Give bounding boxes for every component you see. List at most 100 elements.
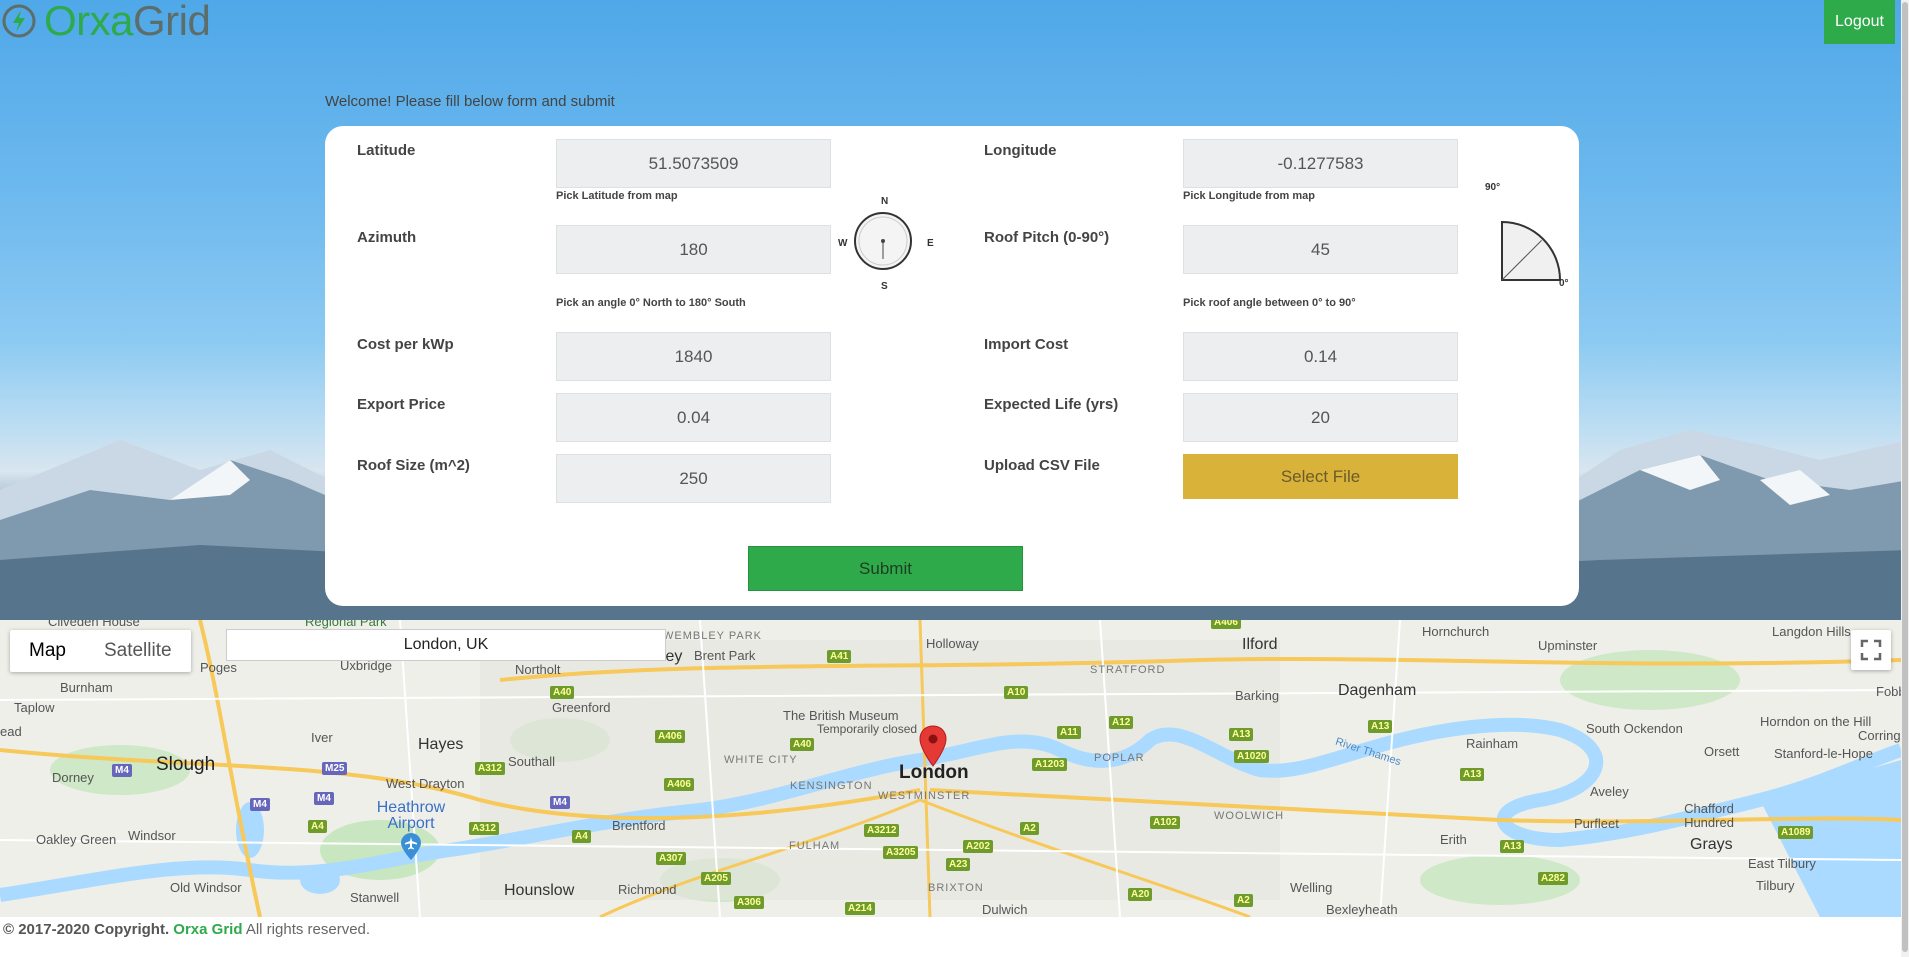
fullscreen-icon <box>1860 639 1882 661</box>
map-label: ead <box>0 724 22 739</box>
compass-north-label: N <box>881 196 889 207</box>
map-label: Holloway <box>926 636 979 651</box>
road-badge: A102 <box>1150 816 1180 829</box>
footer-rights: All rights reserved. <box>245 921 371 938</box>
map-label: Welling <box>1290 880 1333 895</box>
map-label: Bexleyheath <box>1326 902 1398 917</box>
welcome-message: Welcome! Please fill below form and subm… <box>325 93 615 110</box>
road-badge: A23 <box>946 858 971 871</box>
road-badge: A205 <box>701 872 731 885</box>
road-badge: A12 <box>1109 716 1134 729</box>
longitude-label: Longitude <box>984 142 1057 159</box>
footer-brand-link[interactable]: Orxa Grid <box>173 921 242 938</box>
map-label: The British Museum <box>783 708 899 723</box>
compass-east-label: E <box>927 238 934 249</box>
page-scrollbar[interactable] <box>1901 0 1909 957</box>
compass-dial-icon <box>854 212 912 270</box>
road-badge: A10 <box>1004 686 1029 699</box>
map-search-input[interactable]: London, UK <box>226 629 666 661</box>
road-badge: A1089 <box>1778 826 1814 839</box>
logo-text: OrxaGrid <box>44 0 211 44</box>
map-type-map-button[interactable]: Map <box>10 630 85 672</box>
azimuth-compass[interactable]: N S W E <box>838 196 938 296</box>
map-label: POPLAR <box>1094 752 1145 764</box>
import-cost-input[interactable]: 0.14 <box>1183 332 1458 381</box>
cost-per-kwp-input[interactable]: 1840 <box>556 332 831 381</box>
map-label: Dulwich <box>982 902 1028 917</box>
compass-west-label: W <box>838 238 848 249</box>
map-label: Slough <box>156 754 216 775</box>
road-badge: A2 <box>1020 822 1039 835</box>
road-badge: A406 <box>1211 620 1241 629</box>
road-badge: A1203 <box>1032 758 1068 771</box>
map-label: Corringhar <box>1858 728 1901 743</box>
map-type-toggle: Map Satellite <box>10 630 191 672</box>
fullscreen-button[interactable] <box>1851 630 1891 670</box>
map-label: Greenford <box>552 700 611 715</box>
map-label: Cliveden House <box>48 620 140 629</box>
location-map[interactable]: Cliveden House Regional Park WEMBLEY PAR… <box>0 620 1901 917</box>
power-bolt-icon <box>2 4 36 38</box>
road-badge: A13 <box>1229 728 1254 741</box>
road-badge: A13 <box>1368 720 1393 733</box>
logout-button[interactable]: Logout <box>1824 0 1895 44</box>
map-label: Langdon Hills <box>1772 624 1851 639</box>
logo-text-orxa: Orxa <box>44 0 134 44</box>
map-label: Hounslow <box>504 882 575 899</box>
latitude-label: Latitude <box>357 142 416 159</box>
map-label: Burnham <box>60 680 113 695</box>
roof-pitch-hint: Pick roof angle between 0° to 90° <box>1183 297 1356 309</box>
road-badge: A40 <box>790 738 815 751</box>
map-label: Ilford <box>1242 636 1278 653</box>
roof-pitch-dial[interactable]: 90° 0° <box>1475 178 1575 289</box>
azimuth-input[interactable]: 180 <box>556 225 831 274</box>
map-label: Northolt <box>515 662 561 677</box>
road-badge: A3212 <box>864 824 900 837</box>
upload-csv-label: Upload CSV File <box>984 457 1100 474</box>
select-file-button[interactable]: Select File <box>1183 454 1458 499</box>
road-badge: A2 <box>1234 894 1253 907</box>
longitude-input[interactable]: -0.1277583 <box>1183 139 1458 188</box>
export-price-input[interactable]: 0.04 <box>556 393 831 442</box>
map-label: Oakley Green <box>36 832 117 847</box>
map-label: Purfleet <box>1574 816 1619 831</box>
map-type-satellite-button[interactable]: Satellite <box>85 630 191 672</box>
map-label: WOOLWICH <box>1214 810 1285 822</box>
road-badge: A40 <box>550 686 575 699</box>
road-badge: M4 <box>250 798 270 811</box>
road-badge: M4 <box>550 796 570 809</box>
road-badge: A306 <box>734 896 764 909</box>
road-badge: A406 <box>664 778 694 791</box>
road-badge: M25 <box>322 762 348 775</box>
map-label: South Ockendon <box>1586 721 1683 736</box>
map-label: Taplow <box>14 700 55 715</box>
map-label: Iver <box>311 730 333 745</box>
road-badge: A4 <box>572 830 591 843</box>
map-label: WHITE CITY <box>724 754 798 766</box>
map-label: Brentford <box>612 818 666 833</box>
expected-life-input[interactable]: 20 <box>1183 393 1458 442</box>
map-label: Tilbury <box>1756 878 1795 893</box>
road-badge: A13 <box>1460 768 1485 781</box>
road-badge: A214 <box>845 902 875 915</box>
roof-pitch-input[interactable]: 45 <box>1183 225 1458 274</box>
roof-size-input[interactable]: 250 <box>556 454 831 503</box>
submit-button[interactable]: Submit <box>748 546 1023 591</box>
brand-logo[interactable]: OrxaGrid <box>0 0 211 44</box>
latitude-input[interactable]: 51.5073509 <box>556 139 831 188</box>
airport-icon <box>401 833 421 860</box>
map-label: FULHAM <box>789 840 841 852</box>
location-pin-icon[interactable] <box>918 724 948 768</box>
map-label: Poges <box>200 660 237 675</box>
road-badge: A282 <box>1538 872 1568 885</box>
map-label: Rainham <box>1466 736 1519 751</box>
road-badge: M4 <box>314 792 334 805</box>
map-label: Temporarily closed <box>817 722 918 736</box>
map-label: Upminster <box>1538 638 1598 653</box>
map-label: Chafford Hundred <box>1684 801 1734 830</box>
map-label: Barking <box>1235 688 1280 703</box>
scrollbar-thumb[interactable] <box>1902 2 1908 952</box>
pitch-max-label: 90° <box>1485 182 1501 193</box>
road-badge: A3205 <box>883 846 919 859</box>
road-badge: A20 <box>1128 888 1153 901</box>
